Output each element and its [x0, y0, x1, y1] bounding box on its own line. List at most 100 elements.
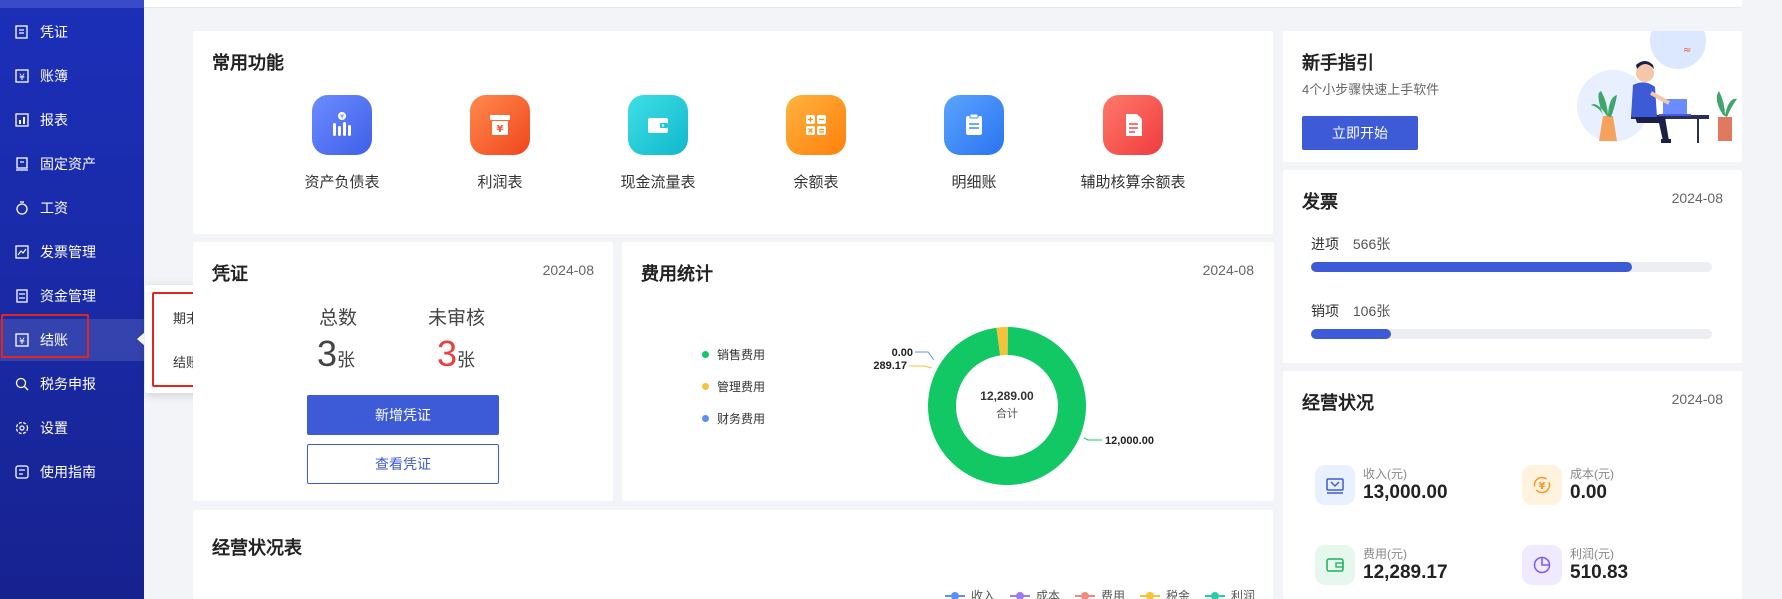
expense-donut-chart: 12,289.00 合计 0.00 289.17 12,000.00 — [873, 327, 1154, 485]
bottom-legend-profit[interactable]: 利润 — [1205, 587, 1255, 599]
func-label: 余额表 — [793, 174, 839, 191]
svg-text:¥: ¥ — [19, 73, 25, 83]
bottom-legend-expense[interactable]: 费用 — [1075, 587, 1125, 599]
report-icon — [14, 112, 30, 128]
popover-arrow — [137, 332, 145, 346]
card-title: 常用功能 — [212, 53, 284, 73]
invoice-in-label: 进项 — [1311, 236, 1339, 252]
sidebar-item-fund[interactable]: 资金管理 — [0, 275, 144, 317]
salary-icon — [14, 200, 30, 216]
start-guide-button[interactable]: 立即开始 — [1302, 116, 1418, 150]
balance-sheet-icon: ¥ — [312, 95, 372, 155]
card-title: 经营状况表 — [212, 538, 302, 558]
cost-icon: ¥ — [1522, 465, 1562, 505]
sidebar-item-voucher[interactable]: 凭证 — [0, 11, 144, 53]
fixed-asset-icon — [14, 156, 30, 172]
invoice-in-value: 566张 — [1352, 236, 1391, 252]
sidebar-item-settings[interactable]: 设置 — [0, 407, 144, 449]
settings-icon — [14, 420, 30, 436]
fund-icon — [14, 288, 30, 304]
kpi-label: 成本(元) — [1570, 467, 1614, 481]
invoice-out-bar-fill — [1311, 329, 1392, 339]
bottom-legend-cost[interactable]: 成本 — [1010, 587, 1060, 599]
data-label-finance: 0.00 — [892, 347, 913, 359]
sidebar-item-tax[interactable]: 税务申报 — [0, 363, 144, 405]
bottom-legend-tax[interactable]: 税金 — [1140, 587, 1190, 599]
func-label: 明细账 — [951, 174, 997, 191]
func-label: 现金流量表 — [620, 174, 696, 191]
document-icon — [1103, 95, 1163, 155]
unaudited-label: 未审核 — [428, 308, 486, 329]
kpi-value: 12,289.17 — [1363, 562, 1448, 583]
func-aux-balance[interactable]: 辅助核算余额表 — [1048, 95, 1218, 192]
calculator-icon — [786, 95, 846, 155]
common-functions-card: 常用功能 ¥ 资产负债表 ¥ 利润表 现金流量表 余额表 明细账 辅助核算余额表 — [193, 31, 1273, 234]
bottom-legend-income[interactable]: 收入 — [945, 587, 995, 599]
sidebar-item-label: 资金管理 — [40, 288, 96, 304]
expense-card: 费用统计 2024-08 销售费用 管理费用 财务费用 12,289.00 合计… — [622, 242, 1274, 501]
kpi-label: 利润(元) — [1570, 547, 1614, 561]
sidebar-item-invoice[interactable]: 发票管理 — [0, 231, 144, 273]
func-label: 辅助核算余额表 — [1080, 174, 1186, 191]
svg-text:¥: ¥ — [1539, 481, 1546, 492]
data-label-sales: 12,000.00 — [1105, 435, 1154, 447]
card-date: 2024-08 — [542, 262, 594, 278]
sidebar-item-ledger[interactable]: ¥ 账簿 — [0, 55, 144, 97]
invoice-in-bar-fill — [1311, 262, 1632, 272]
sidebar-item-salary[interactable]: 工资 — [0, 187, 144, 229]
guide-illustration: ≈ — [1577, 31, 1737, 143]
sidebar-item-report[interactable]: 报表 — [0, 99, 144, 141]
add-voucher-button[interactable]: 新增凭证 — [307, 395, 499, 435]
sidebar-item-fixed-asset[interactable]: 固定资产 — [0, 143, 144, 185]
invoice-in-row: 进项 566张 — [1311, 234, 1390, 254]
income-icon — [1315, 465, 1355, 505]
view-voucher-button[interactable]: 查看凭证 — [307, 444, 499, 484]
sidebar-item-label: 工资 — [40, 200, 68, 216]
kpi-value: 510.83 — [1570, 562, 1629, 583]
invoice-out-bar — [1311, 329, 1712, 339]
card-title: 凭证 — [212, 264, 248, 284]
func-income-statement[interactable]: ¥ 利润表 — [435, 95, 565, 192]
invoice-card: 发票 2024-08 进项 566张 销项 106张 — [1283, 170, 1742, 363]
func-balance-sheet[interactable]: ¥ 资产负债表 — [277, 95, 407, 192]
sidebar-item-label: 凭证 — [40, 24, 68, 40]
business-table-card: 经营状况表 收入 成本 费用 税金 利润 — [193, 510, 1273, 599]
total-label: 总数 — [319, 308, 358, 329]
card-date: 2024-08 — [1671, 391, 1723, 407]
donut-center-label: 合计 — [996, 406, 1018, 420]
func-detail-ledger[interactable]: 明细账 — [909, 95, 1039, 192]
func-label: 资产负债表 — [304, 174, 380, 191]
invoice-in-bar — [1311, 262, 1712, 272]
leader-line-finance — [915, 351, 935, 361]
card-title: 经营状况 — [1302, 393, 1374, 413]
leader-line-admin — [909, 365, 933, 369]
sidebar-item-guide[interactable]: 使用指南 — [0, 451, 144, 493]
func-cash-flow[interactable]: 现金流量表 — [593, 95, 723, 192]
clipboard-icon — [944, 95, 1004, 155]
sidebar-item-label: 报表 — [40, 112, 68, 128]
invoice-out-value: 106张 — [1352, 303, 1391, 319]
active-item-highlight — [1, 314, 89, 358]
svg-text:¥: ¥ — [340, 114, 344, 121]
func-balance-table[interactable]: 余额表 — [751, 95, 881, 192]
invoice-icon — [14, 244, 30, 260]
kpi-value: 13,000.00 — [1363, 482, 1448, 503]
ledger-icon: ¥ — [14, 68, 30, 84]
kpi-value: 0.00 — [1570, 482, 1607, 503]
sidebar-top-strip — [0, 0, 144, 8]
unaudited-count: 3张 — [437, 333, 476, 374]
income-statement-icon: ¥ — [470, 95, 530, 155]
guide-card: 新手指引 4个小步骤快速上手软件 立即开始 ≈ — [1283, 31, 1742, 162]
kpi-label: 收入(元) — [1363, 467, 1407, 481]
sidebar-item-label: 税务申报 — [40, 376, 96, 392]
sidebar-item-label: 设置 — [40, 420, 68, 436]
voucher-card: 凭证 2024-08 总数 3张 未审核 3张 新增凭证 查看凭证 — [193, 242, 613, 501]
total-count: 3张 — [317, 333, 356, 374]
invoice-out-row: 销项 106张 — [1311, 301, 1390, 321]
cash-flow-icon — [628, 95, 688, 155]
func-label: 利润表 — [477, 174, 523, 191]
top-header — [144, 0, 1742, 8]
sidebar: 凭证 ¥ 账簿 报表 固定资产 工资 发票管理 资金管理 ¥ 结账 税务申报 设… — [0, 0, 144, 599]
card-title: 发票 — [1302, 192, 1338, 212]
profit-icon — [1522, 545, 1562, 585]
